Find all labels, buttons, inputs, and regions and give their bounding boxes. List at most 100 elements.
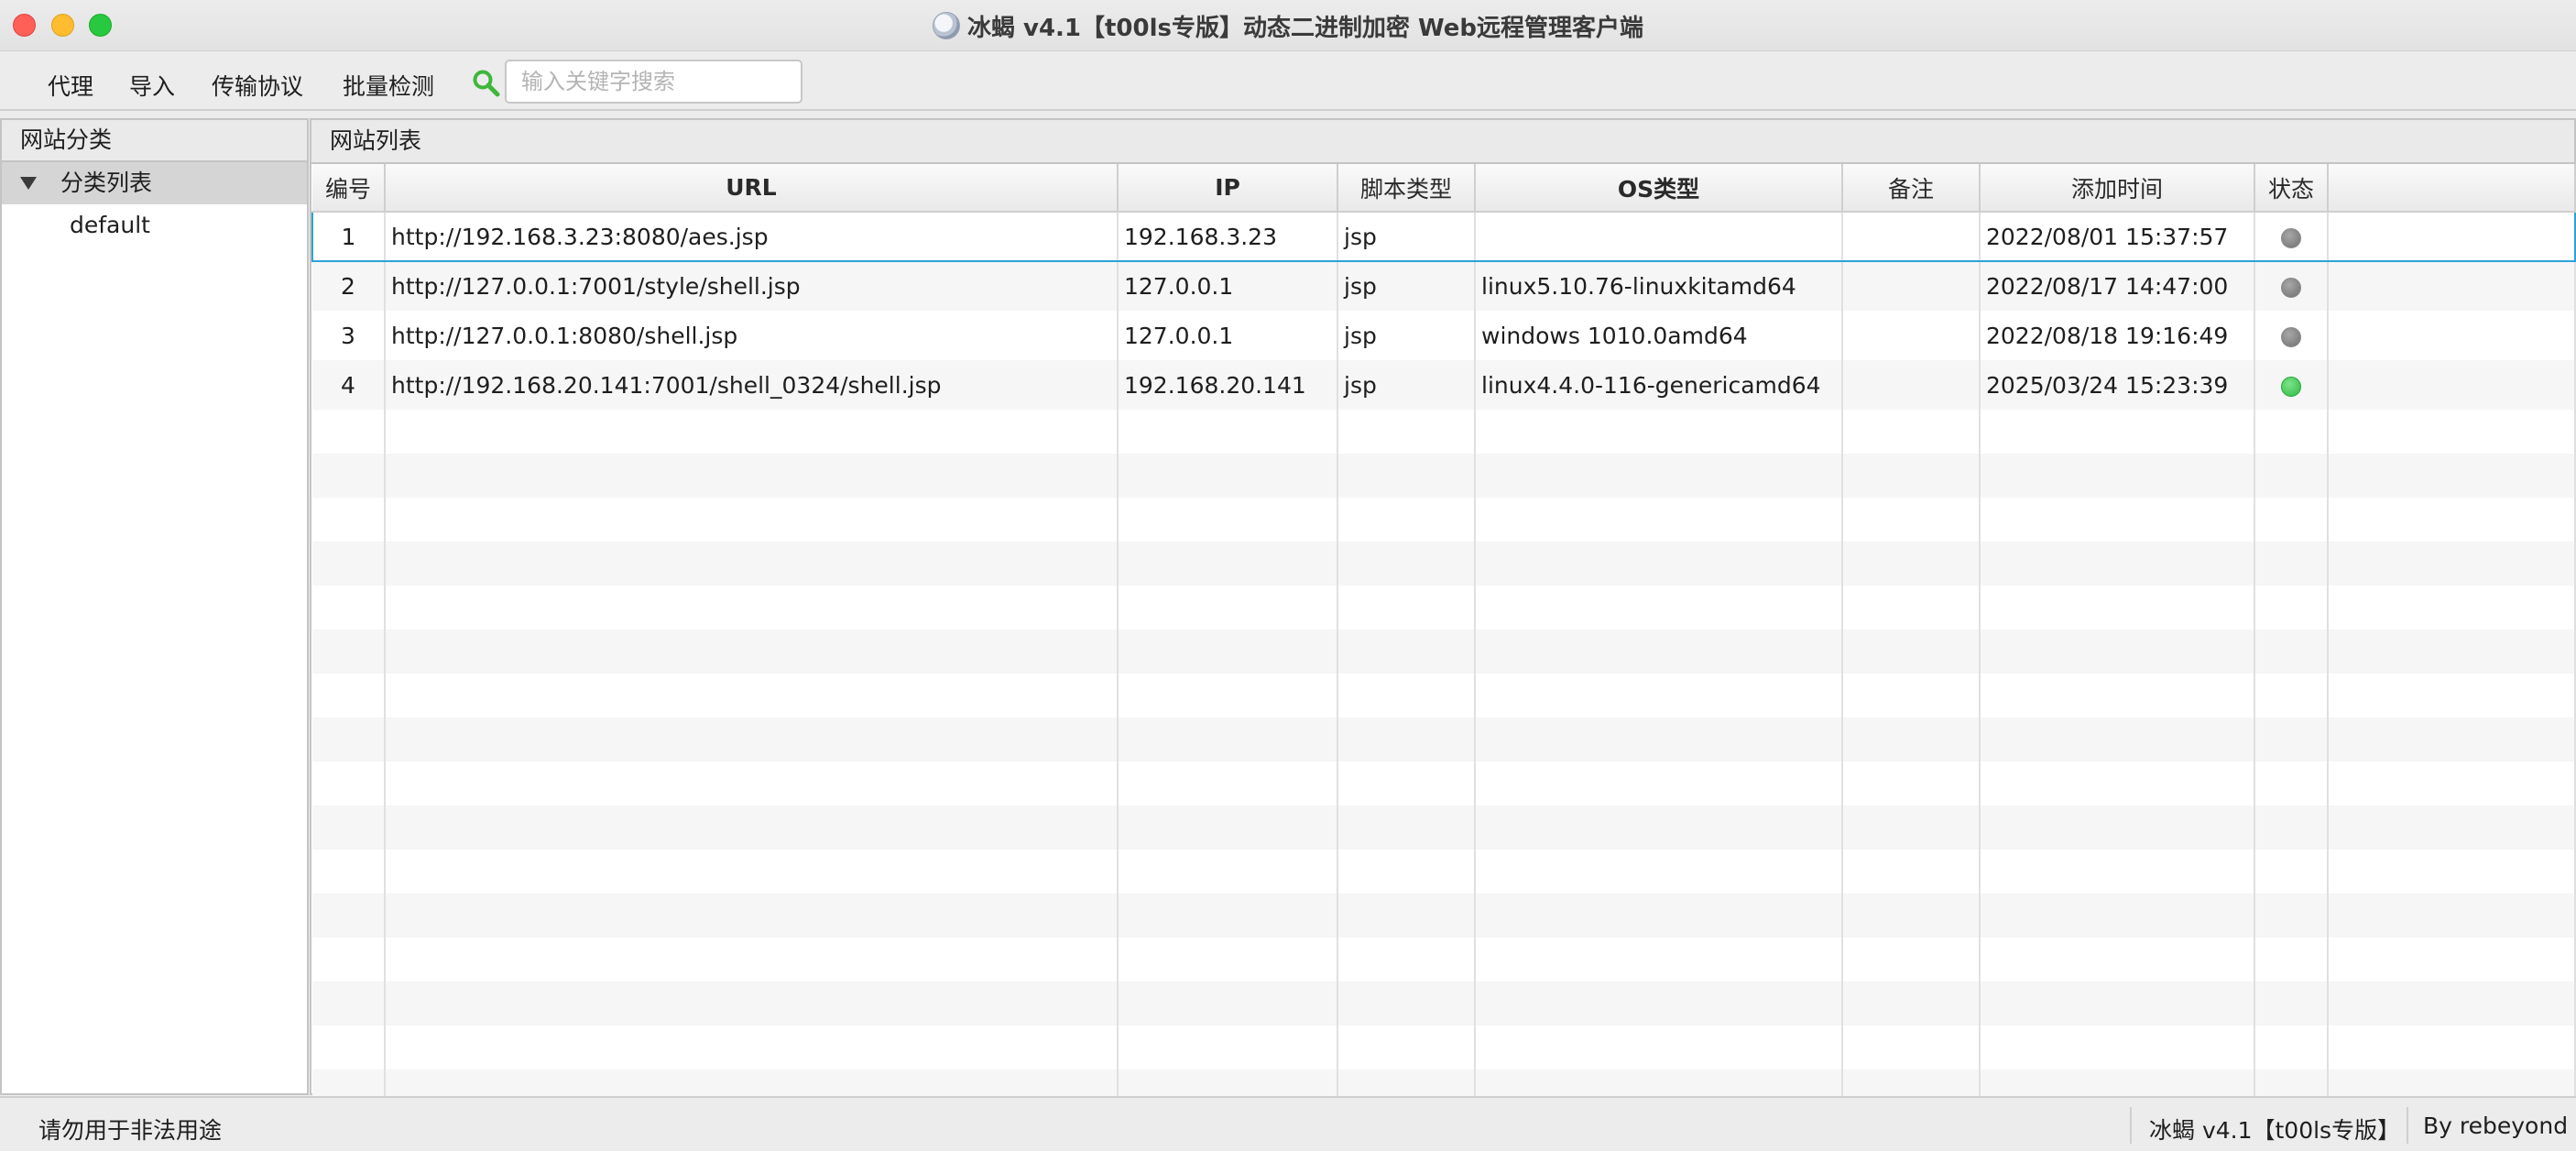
empty-cell: [1475, 893, 1843, 937]
cell-filler: [2328, 211, 2576, 262]
cell-ip: 127.0.0.1: [1118, 311, 1338, 360]
cell-url: http://192.168.20.141:7001/shell_0324/sh…: [385, 360, 1119, 410]
empty-cell: [1337, 937, 1476, 981]
empty-cell: [2328, 542, 2576, 586]
empty-cell: [2254, 542, 2329, 586]
empty-cell: [312, 1025, 386, 1069]
cell-status: [2254, 360, 2329, 410]
empty-table-row: [312, 981, 2576, 1025]
column-header-os-type[interactable]: OS类型: [1475, 164, 1843, 213]
table-row[interactable]: 3 http://127.0.0.1:8080/shell.jsp 127.0.…: [312, 311, 2576, 360]
empty-cell: [2328, 806, 2576, 850]
empty-cell: [2254, 454, 2329, 498]
empty-table-row: [312, 454, 2576, 498]
empty-cell: [385, 542, 1119, 586]
cell-added-time: 2022/08/18 19:16:49: [1980, 311, 2255, 360]
site-table: 编号 URL IP 脚本类型 OS类型 备注 添加时间 状态 1 http://…: [311, 164, 2576, 1113]
empty-cell: [1118, 893, 1338, 937]
empty-cell: [1980, 454, 2255, 498]
empty-cell: [385, 498, 1119, 542]
category-panel: 网站分类 分类列表 default: [0, 118, 309, 1095]
column-header-note[interactable]: 备注: [1842, 164, 1981, 213]
empty-cell: [1118, 981, 1338, 1025]
empty-cell: [2254, 937, 2329, 981]
site-list-panel: 网站列表 编号 URL IP 脚本类型 OS类型 备注 添加时间 状态 1 ht…: [310, 118, 2576, 1113]
cell-note: [1842, 261, 1981, 311]
empty-cell: [1118, 937, 1338, 981]
empty-cell: [312, 850, 386, 893]
empty-cell: [1980, 674, 2255, 718]
empty-cell: [2254, 718, 2329, 762]
tree-root-label: 分类列表: [60, 170, 153, 196]
empty-table-row: [312, 850, 2576, 893]
cell-id: 3: [312, 311, 386, 360]
empty-cell: [1475, 937, 1843, 981]
column-header-status[interactable]: 状态: [2254, 164, 2329, 213]
empty-cell: [385, 762, 1119, 806]
empty-cell: [1337, 718, 1476, 762]
empty-cell: [2254, 410, 2329, 454]
menu-item-proxy[interactable]: 代理: [48, 69, 93, 102]
site-table-body: 1 http://192.168.3.23:8080/aes.jsp 192.1…: [311, 211, 2576, 1113]
table-row[interactable]: 2 http://127.0.0.1:7001/style/shell.jsp …: [312, 261, 2576, 311]
empty-cell: [385, 806, 1119, 850]
cell-script-type: jsp: [1337, 211, 1476, 262]
empty-cell: [2254, 981, 2329, 1025]
menu-item-batch-check[interactable]: 批量检测: [343, 69, 434, 102]
empty-cell: [385, 454, 1119, 498]
empty-cell: [2254, 630, 2329, 674]
empty-cell: [1118, 718, 1338, 762]
empty-cell: [1842, 893, 1981, 937]
cell-os-type: windows 1010.0amd64: [1475, 311, 1843, 360]
empty-cell: [1980, 542, 2255, 586]
expand-triangle-icon[interactable]: [20, 177, 37, 190]
menu-item-transport-protocol[interactable]: 传输协议: [212, 69, 303, 102]
empty-cell: [1475, 718, 1843, 762]
scorpion-app-icon: [932, 12, 960, 39]
empty-cell: [1337, 762, 1476, 806]
empty-cell: [385, 630, 1119, 674]
table-row[interactable]: 4 http://192.168.20.141:7001/shell_0324/…: [312, 360, 2576, 410]
cell-note: [1842, 311, 1981, 360]
column-header-added-time[interactable]: 添加时间: [1980, 164, 2255, 213]
empty-cell: [2254, 762, 2329, 806]
empty-cell: [1842, 630, 1981, 674]
empty-cell: [1842, 850, 1981, 893]
empty-cell: [1842, 718, 1981, 762]
empty-cell: [1118, 762, 1338, 806]
status-divider: [2407, 1107, 2408, 1144]
status-dot-icon: [2281, 326, 2301, 347]
empty-cell: [1118, 586, 1338, 630]
column-header-script-type[interactable]: 脚本类型: [1337, 164, 1476, 213]
empty-cell: [312, 630, 386, 674]
empty-cell: [2328, 586, 2576, 630]
empty-table-row: [312, 630, 2576, 674]
empty-cell: [312, 806, 386, 850]
empty-cell: [2254, 586, 2329, 630]
search-input[interactable]: [505, 60, 802, 104]
menu-item-import[interactable]: 导入: [129, 69, 175, 102]
search-icon[interactable]: [472, 69, 501, 98]
empty-cell: [1337, 981, 1476, 1025]
column-header-id[interactable]: 编号: [312, 164, 386, 213]
empty-cell: [1337, 850, 1476, 893]
cell-url: http://192.168.3.23:8080/aes.jsp: [385, 211, 1119, 262]
tree-root-category-list[interactable]: 分类列表: [2, 162, 307, 204]
status-divider: [2130, 1107, 2132, 1144]
cell-os-type: [1475, 211, 1843, 262]
empty-cell: [312, 498, 386, 542]
empty-cell: [1337, 498, 1476, 542]
table-row[interactable]: 1 http://192.168.3.23:8080/aes.jsp 192.1…: [311, 211, 2576, 262]
empty-cell: [1842, 542, 1981, 586]
empty-cell: [1475, 981, 1843, 1025]
empty-cell: [1842, 1025, 1981, 1069]
status-dot-icon: [2281, 227, 2301, 248]
tree-item-default[interactable]: default: [2, 204, 307, 247]
empty-cell: [1475, 674, 1843, 718]
cell-status: [2254, 261, 2329, 311]
empty-cell: [2254, 498, 2329, 542]
empty-cell: [2328, 410, 2576, 454]
column-header-url[interactable]: URL: [385, 164, 1119, 213]
window-title-area: 冰蝎 v4.1【t00ls专版】动态二进制加密 Web远程管理客户端: [0, 0, 2576, 51]
column-header-ip[interactable]: IP: [1118, 164, 1338, 213]
